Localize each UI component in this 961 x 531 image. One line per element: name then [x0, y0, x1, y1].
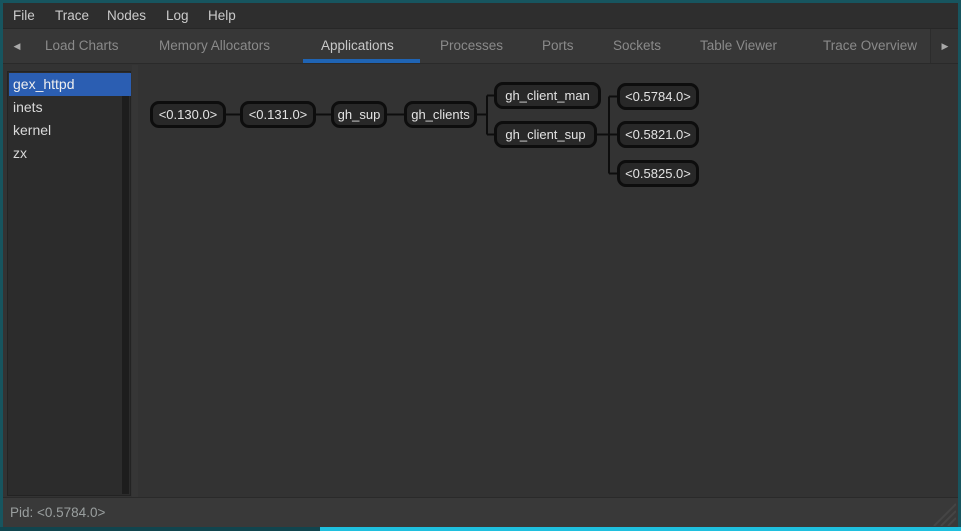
app-list-item-kernel[interactable]: kernel — [9, 119, 131, 142]
status-pid-text: Pid: <0.5784.0> — [10, 498, 105, 528]
tab-scroll-left-icon[interactable]: ◀ — [9, 34, 25, 58]
menu-nodes[interactable]: Nodes — [107, 3, 146, 28]
tab-ports[interactable]: Ports — [542, 29, 574, 63]
tree-node-gh-client-man[interactable]: gh_client_man — [494, 82, 601, 109]
window-border-top — [0, 0, 961, 3]
window-border-left — [0, 0, 3, 531]
tab-sockets[interactable]: Sockets — [613, 29, 661, 63]
resize-grip[interactable] — [930, 500, 956, 526]
tree-node-gh-client-sup[interactable]: gh_client_sup — [494, 121, 597, 148]
tab-scroll-right-icon[interactable]: ▶ — [937, 34, 953, 58]
observer-window: File Trace Nodes Log Help ◀ Load Charts … — [0, 0, 961, 531]
sidebar-splitter[interactable] — [132, 65, 138, 497]
supervision-tree-connectors — [3, 65, 958, 497]
tab-applications[interactable]: Applications — [321, 29, 394, 63]
menu-log[interactable]: Log — [166, 3, 189, 28]
active-tab-indicator — [303, 59, 420, 63]
menu-bar: File Trace Nodes Log Help — [3, 3, 958, 28]
tab-processes[interactable]: Processes — [440, 29, 503, 63]
menu-file[interactable]: File — [13, 3, 35, 28]
tab-table-viewer[interactable]: Table Viewer — [700, 29, 777, 63]
tab-trace-overview[interactable]: Trace Overview — [823, 29, 917, 63]
menu-trace[interactable]: Trace — [55, 3, 89, 28]
tree-node-gh-sup[interactable]: gh_sup — [331, 101, 387, 128]
tree-node-pid-131[interactable]: <0.131.0> — [240, 101, 316, 128]
applications-panel: gex_httpd inets kernel zx — [3, 65, 958, 497]
tree-node-pid-130[interactable]: <0.130.0> — [150, 101, 226, 128]
tree-node-pid-5821[interactable]: <0.5821.0> — [617, 121, 699, 148]
app-list-item-inets[interactable]: inets — [9, 96, 131, 119]
tree-node-gh-clients[interactable]: gh_clients — [404, 101, 477, 128]
tree-node-pid-5784[interactable]: <0.5784.0> — [617, 83, 699, 110]
tab-load-charts[interactable]: Load Charts — [45, 29, 119, 63]
app-list-item-gex-httpd[interactable]: gex_httpd — [9, 73, 131, 96]
tab-memory-allocators[interactable]: Memory Allocators — [159, 29, 270, 63]
status-bar: Pid: <0.5784.0> — [3, 497, 958, 527]
window-border-bottom — [0, 527, 320, 531]
tree-node-pid-5825[interactable]: <0.5825.0> — [617, 160, 699, 187]
app-list-item-zx[interactable]: zx — [9, 142, 131, 165]
tab-bar: ◀ Load Charts Memory Allocators Applicat… — [3, 28, 958, 64]
menu-help[interactable]: Help — [208, 3, 236, 28]
tab-scroll-right-button[interactable]: ▶ — [930, 29, 958, 63]
window-border-bottom-highlight — [320, 527, 961, 531]
application-list: gex_httpd inets kernel zx — [7, 71, 131, 496]
